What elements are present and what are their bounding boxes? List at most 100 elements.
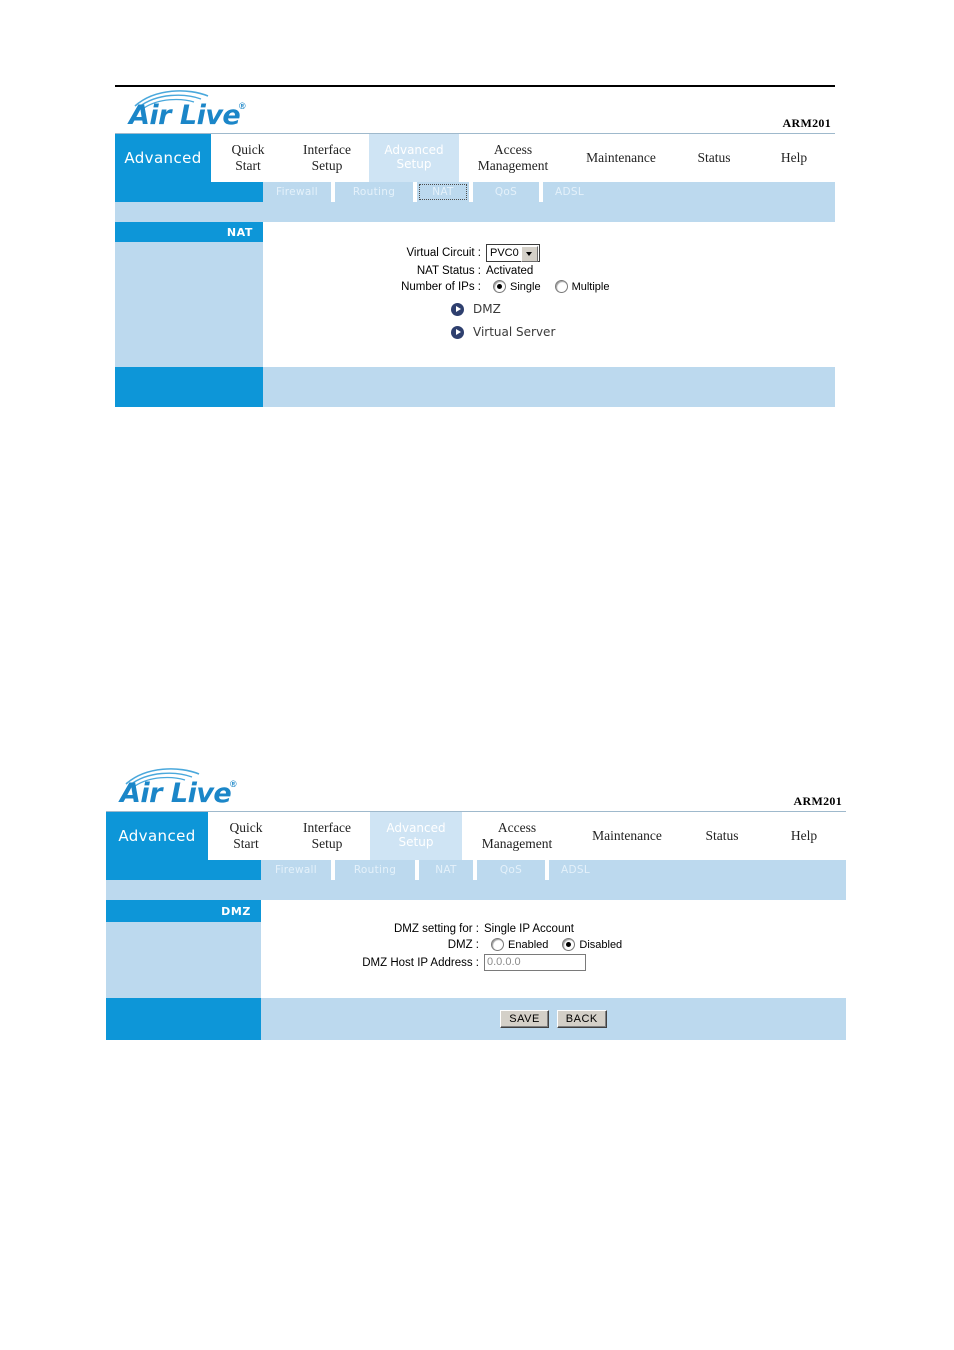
tab-help[interactable]: Help	[762, 812, 846, 860]
nat-content: Virtual Circuit : PVC0 NAT Status : Acti…	[263, 222, 835, 367]
tab-advanced-setup[interactable]: Advanced Setup	[370, 812, 462, 860]
subtab-nat[interactable]: NAT	[417, 182, 469, 202]
virtual-circuit-label: Virtual Circuit :	[406, 247, 481, 259]
registered-mark-icon: ®	[230, 779, 237, 789]
nav-separator-band	[115, 202, 835, 222]
dmz-sidebar-body	[106, 922, 261, 998]
radio-single[interactable]	[493, 280, 506, 293]
dmz-footer-main: SAVE BACK	[261, 998, 846, 1040]
sub-tab-list: Firewall Routing NAT QoS ADSL	[261, 860, 846, 880]
dmz-host-ip-label: DMZ Host IP Address :	[362, 956, 479, 969]
subtab-nat[interactable]: NAT	[419, 860, 473, 880]
sub-nav-spacer	[115, 182, 263, 202]
model-label: ARM201	[782, 116, 831, 130]
nat-sidebar-title: NAT	[115, 222, 263, 242]
dmz-footer-sidebar	[106, 998, 261, 1040]
brand-bar: Air Live ® ARM201	[106, 765, 846, 812]
main-nav: Advanced Quick Start Interface Setup Adv…	[115, 134, 835, 182]
subtab-qos[interactable]: QoS	[477, 860, 545, 880]
tab-interface-setup[interactable]: Interface Setup	[284, 812, 370, 860]
sub-nav-spacer	[106, 860, 261, 880]
link-virtual-server[interactable]: Virtual Server	[331, 325, 835, 339]
dmz-footer: SAVE BACK	[106, 998, 846, 1040]
dmz-form: DMZ setting for : Single IP Account DMZ …	[261, 900, 846, 971]
sub-tab-list: Firewall Routing NAT QoS ADSL	[263, 182, 835, 202]
link-virtual-server-label: Virtual Server	[473, 325, 556, 339]
nav-separator-band	[106, 880, 846, 900]
nat-status-label: NAT Status :	[416, 265, 481, 277]
tab-access-management[interactable]: Access Management	[462, 812, 572, 860]
nat-footer-main	[263, 367, 835, 407]
nat-form: Virtual Circuit : PVC0 NAT Status : Acti…	[263, 222, 835, 339]
dmz-setting-for-label: DMZ setting for :	[394, 923, 479, 935]
nat-sidebar-body	[115, 242, 263, 367]
main-nav: Advanced Quick Start Interface Setup Adv…	[106, 812, 846, 860]
tab-advanced-setup[interactable]: Advanced Setup	[369, 134, 459, 182]
dmz-host-ip-row: DMZ Host IP Address : 0.0.0.0	[289, 954, 846, 971]
subtab-firewall[interactable]: Firewall	[261, 860, 331, 880]
number-of-ips-options: Single Multiple	[486, 280, 623, 293]
tab-maintenance[interactable]: Maintenance	[572, 812, 682, 860]
arrow-right-icon	[451, 302, 464, 316]
nav-tab-list: Quick Start Interface Setup Advanced Set…	[208, 812, 846, 860]
save-button[interactable]: SAVE	[500, 1010, 549, 1028]
tab-quick-start[interactable]: Quick Start	[208, 812, 284, 860]
subtab-qos[interactable]: QoS	[473, 182, 539, 202]
nat-status-row: NAT Status : Activated	[331, 265, 835, 277]
tab-access-management[interactable]: Access Management	[459, 134, 567, 182]
nav-section-title: Advanced	[106, 812, 208, 860]
radio-dmz-disabled-label: Disabled	[579, 938, 623, 951]
registered-mark-icon: ®	[239, 101, 246, 111]
subtab-routing[interactable]: Routing	[335, 182, 413, 202]
link-dmz-label: DMZ	[473, 302, 501, 316]
radio-dmz-enabled[interactable]	[491, 938, 504, 951]
nat-footer	[115, 367, 835, 407]
tab-quick-start[interactable]: Quick Start	[211, 134, 285, 182]
virtual-circuit-selected-text: PVC0	[490, 247, 519, 259]
back-button[interactable]: BACK	[556, 1010, 607, 1028]
radio-single-label: Single	[510, 280, 541, 293]
brand-bar: Air Live ® ARM201	[115, 87, 835, 134]
airlive-logo: Air Live ®	[129, 89, 269, 133]
dmz-content: DMZ setting for : Single IP Account DMZ …	[261, 900, 846, 998]
dmz-setting-for-value: Single IP Account	[484, 923, 574, 935]
nat-status-value: Activated	[486, 265, 534, 277]
subtab-firewall[interactable]: Firewall	[263, 182, 331, 202]
radio-dmz-disabled[interactable]	[562, 938, 576, 951]
radio-multiple[interactable]	[554, 280, 568, 293]
sub-nav: Firewall Routing NAT QoS ADSL	[115, 182, 835, 202]
sub-nav: Firewall Routing NAT QoS ADSL	[106, 860, 846, 880]
arrow-right-icon	[451, 325, 464, 339]
dmz-host-ip-value: 0.0.0.0	[484, 954, 586, 971]
dmz-body: DMZ DMZ setting for : Single IP Account …	[106, 900, 846, 998]
dmz-options: Enabled Disabled	[484, 938, 636, 951]
airlive-logo: Air Live ®	[120, 767, 260, 811]
nat-panel: Air Live ® ARM201 Advanced Quick Start I…	[115, 85, 835, 407]
subtab-adsl[interactable]: ADSL	[543, 182, 835, 202]
model-label: ARM201	[793, 794, 842, 808]
dmz-sidebar-title: DMZ	[106, 900, 261, 922]
chevron-down-icon[interactable]	[520, 246, 538, 262]
nav-tab-list: Quick Start Interface Setup Advanced Set…	[211, 134, 835, 182]
nat-footer-sidebar	[115, 367, 263, 407]
tab-status[interactable]: Status	[675, 134, 753, 182]
dmz-sidebar: DMZ	[106, 900, 261, 998]
tab-status[interactable]: Status	[682, 812, 762, 860]
number-of-ips-label: Number of IPs :	[401, 280, 481, 293]
radio-dmz-enabled-label: Enabled	[508, 938, 549, 951]
dmz-host-ip-input[interactable]: 0.0.0.0	[484, 954, 586, 971]
nat-body: NAT Virtual Circuit : PVC0 NAT Status :	[115, 222, 835, 367]
subtab-adsl[interactable]: ADSL	[549, 860, 846, 880]
nav-section-title: Advanced	[115, 134, 211, 182]
tab-maintenance[interactable]: Maintenance	[567, 134, 675, 182]
logo-wordmark: Air Live	[129, 100, 241, 131]
radio-multiple-label: Multiple	[571, 280, 610, 293]
virtual-circuit-select[interactable]: PVC0	[486, 244, 540, 262]
link-dmz[interactable]: DMZ	[331, 302, 835, 316]
virtual-circuit-row: Virtual Circuit : PVC0	[331, 244, 835, 262]
subtab-routing[interactable]: Routing	[335, 860, 415, 880]
tab-help[interactable]: Help	[753, 134, 835, 182]
logo-wordmark: Air Live	[120, 778, 232, 809]
virtual-circuit-value: PVC0	[486, 244, 540, 262]
tab-interface-setup[interactable]: Interface Setup	[285, 134, 369, 182]
